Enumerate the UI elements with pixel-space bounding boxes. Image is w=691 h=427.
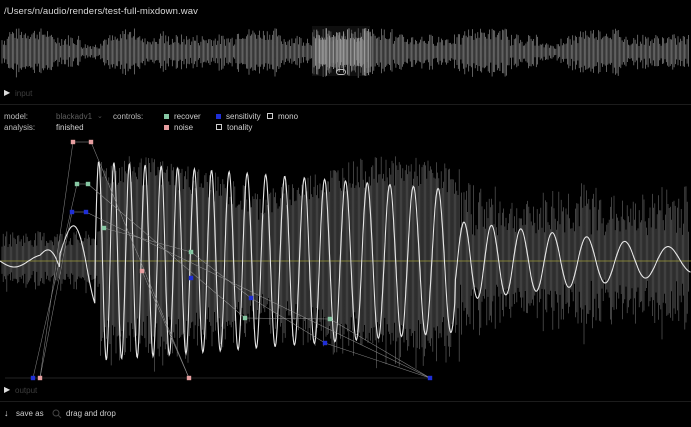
sensitivity-handle[interactable] xyxy=(427,375,433,381)
legend-mono-label: mono xyxy=(278,111,299,121)
recover-handle[interactable] xyxy=(327,316,333,322)
drag-and-drop-zone[interactable]: drag and drop xyxy=(66,409,116,418)
legend-tonality-label: tonality xyxy=(227,122,253,132)
input-play-icon[interactable]: ▶ xyxy=(4,88,12,98)
noise-swatch xyxy=(164,124,169,130)
app-window: /Users/n/audio/renders/test-full-mixdown… xyxy=(0,0,691,427)
tonality-checkbox[interactable] xyxy=(216,124,222,130)
sensitivity-handle[interactable] xyxy=(188,275,194,281)
sensitivity-handle[interactable] xyxy=(30,375,36,381)
legend-recover[interactable]: recover xyxy=(164,111,201,121)
bottom-bar: ↓ save as drag and drop xyxy=(0,404,691,424)
legend-sensitivity-label: sensitivity xyxy=(226,111,261,121)
divider xyxy=(0,104,691,105)
mono-checkbox[interactable] xyxy=(267,113,273,119)
model-label: model: xyxy=(4,112,29,121)
recover-handle[interactable] xyxy=(85,181,91,187)
connector-line xyxy=(39,211,73,379)
sensitivity-handle[interactable] xyxy=(248,295,254,301)
file-path: /Users/n/audio/renders/test-full-mixdown… xyxy=(4,6,198,17)
output-play-icon[interactable]: ▶ xyxy=(4,385,12,395)
sensitivity-handle[interactable] xyxy=(69,209,75,215)
selection-handle[interactable] xyxy=(336,69,346,75)
arrow-down-icon[interactable]: ↓ xyxy=(4,408,9,418)
noise-handle[interactable] xyxy=(70,139,76,145)
analysis-label: analysis: xyxy=(4,123,36,132)
sensitivity-swatch xyxy=(216,113,221,119)
connector-line xyxy=(324,342,431,379)
recover-handle[interactable] xyxy=(188,249,194,255)
controls-label: controls: xyxy=(113,112,144,121)
recover-handle[interactable] xyxy=(101,225,107,231)
legend-mono[interactable]: mono xyxy=(267,111,298,121)
sensitivity-handle[interactable] xyxy=(83,209,89,215)
noise-handle[interactable] xyxy=(88,139,94,145)
model-select[interactable]: blackadv1 xyxy=(56,112,92,121)
save-as-button[interactable]: save as xyxy=(16,409,44,418)
analysis-status: finished xyxy=(56,123,84,132)
noise-handle[interactable] xyxy=(37,375,43,381)
output-label: output xyxy=(15,386,38,395)
legend-tonality[interactable]: tonality xyxy=(216,122,252,132)
divider xyxy=(0,401,691,402)
chevron-down-icon[interactable]: ⌄ xyxy=(97,112,103,120)
legend-recover-label: recover xyxy=(174,111,201,121)
recover-handle[interactable] xyxy=(242,315,248,321)
input-label: input xyxy=(15,89,33,98)
sensitivity-handle[interactable] xyxy=(322,340,328,346)
control-connectors xyxy=(5,141,431,379)
noise-handle[interactable] xyxy=(186,375,192,381)
legend-sensitivity[interactable]: sensitivity xyxy=(216,111,261,121)
legend-noise-label: noise xyxy=(174,122,194,132)
noise-handle[interactable] xyxy=(139,268,145,274)
search-icon xyxy=(52,409,62,419)
recover-swatch xyxy=(164,113,169,119)
legend-noise[interactable]: noise xyxy=(164,122,193,132)
main-waveform-editor[interactable] xyxy=(0,136,691,386)
recover-handle[interactable] xyxy=(74,181,80,187)
